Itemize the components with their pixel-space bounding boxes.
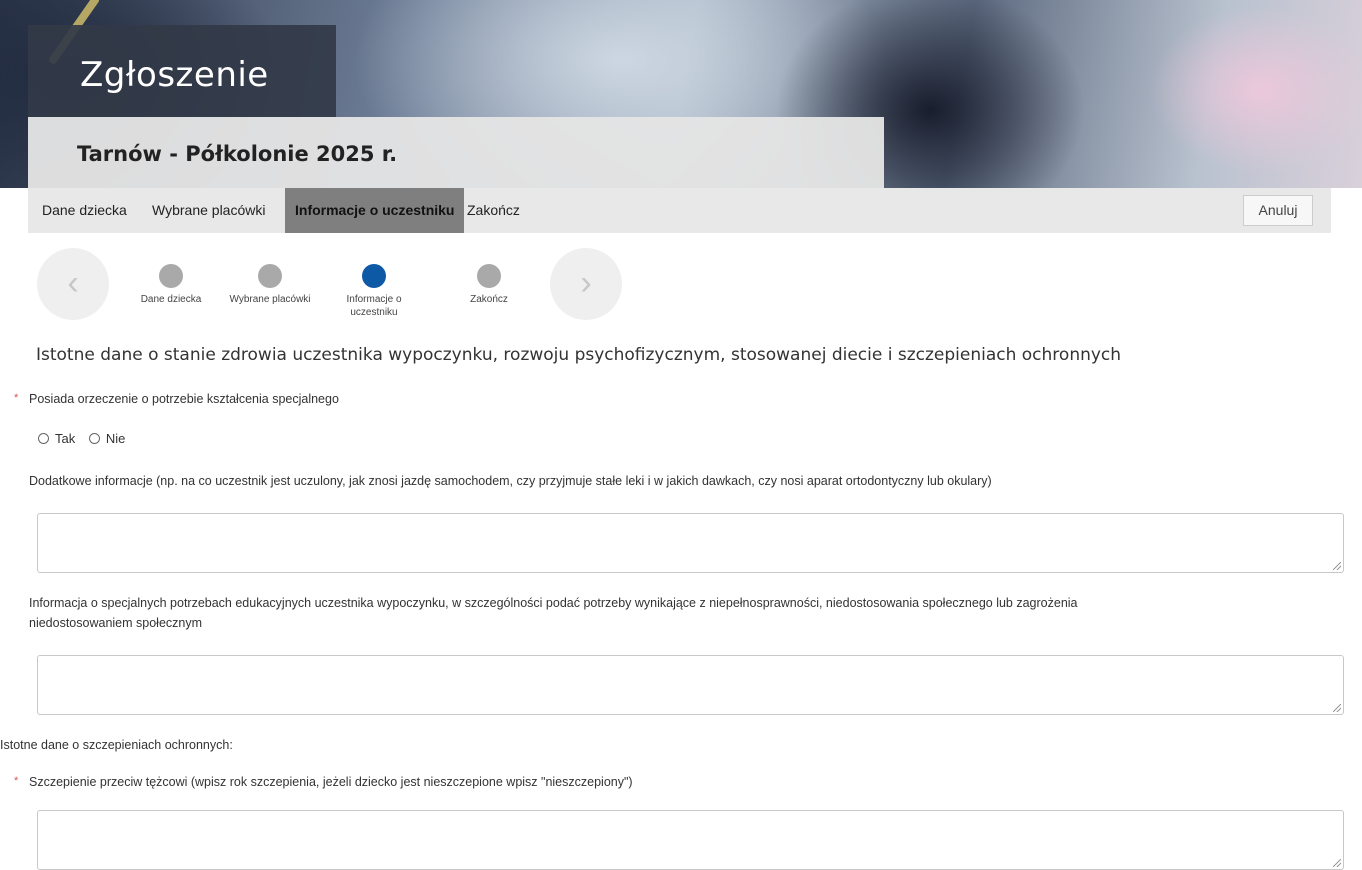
radio-tak[interactable]: Tak <box>38 431 75 446</box>
radio-circle[interactable] <box>38 433 49 444</box>
page-subtitle: Tarnów - Półkolonie 2025 r. <box>77 142 398 166</box>
step-label: Informacje o <box>346 294 402 305</box>
radio-label-tak: Tak <box>55 431 76 446</box>
special-education-radio-group: Tak Nie <box>38 431 135 446</box>
tab-dane-dziecka[interactable]: Dane dziecka <box>32 188 137 233</box>
resize-grip-icon[interactable] <box>1333 562 1341 570</box>
special-education-label: Posiada orzeczenie o potrzebie kształcen… <box>29 392 339 406</box>
step-label: Zakończ <box>470 294 508 305</box>
page-subtitle-box: Tarnów - Półkolonie 2025 r. <box>28 117 884 188</box>
tab-informacje-o-uczestniku[interactable]: Informacje o uczestniku <box>285 188 465 233</box>
education-needs-textarea[interactable] <box>37 655 1344 715</box>
radio-nie[interactable]: Nie <box>88 431 126 446</box>
chevron-left-icon[interactable]: ‹ <box>37 248 109 320</box>
page-title-box: Zgłoszenie <box>28 25 336 117</box>
step-informacje-o-uczestniku[interactable]: Informacje o uczestniku <box>329 264 419 319</box>
step-label: Dane dziecka <box>140 294 202 305</box>
tab-wybrane-placowki[interactable]: Wybrane placówki <box>142 188 275 233</box>
step-dot-active <box>362 264 386 288</box>
education-needs-label-line2: niedostosowaniem społecznym <box>29 616 203 630</box>
additional-info-label: Dodatkowe informacje (np. na co uczestni… <box>29 474 992 488</box>
vaccination-heading: Istotne dane o szczepieniach ochronnych: <box>0 738 233 752</box>
cancel-button[interactable]: Anuluj <box>1243 195 1313 226</box>
wizard-tabs: Dane dziecka Wybrane placówki Informacje… <box>28 188 1331 233</box>
chevron-right-icon[interactable]: › <box>550 248 622 320</box>
required-marker: * <box>14 775 19 787</box>
step-dot <box>159 264 183 288</box>
step-label: uczestniku <box>350 307 398 318</box>
step-dane-dziecka[interactable]: Dane dziecka <box>126 264 216 306</box>
tab-zakoncz[interactable]: Zakończ <box>457 188 530 233</box>
required-marker: * <box>14 392 19 404</box>
section-title: Istotne dane o stanie zdrowia uczestnika… <box>36 345 1122 365</box>
step-label: Wybrane placówki <box>229 294 311 305</box>
radio-circle[interactable] <box>88 433 100 444</box>
tetanus-label: Szczepienie przeciw tężcowi (wpisz rok s… <box>29 775 633 789</box>
header-banner: Zgłoszenie Tarnów - Półkolonie 2025 r. <box>0 0 1362 188</box>
resize-grip-icon[interactable] <box>1333 704 1341 712</box>
step-wybrane-placowki[interactable]: Wybrane placówki <box>225 264 315 306</box>
step-dot <box>477 264 501 288</box>
step-dot <box>258 264 282 288</box>
radio-label-nie: Nie <box>105 431 126 446</box>
additional-info-textarea[interactable] <box>37 513 1344 573</box>
education-needs-label-line1: Informacja o specjalnych potrzebach eduk… <box>29 596 1078 610</box>
tetanus-textarea[interactable] <box>37 810 1344 870</box>
page-title: Zgłoszenie <box>80 55 269 95</box>
step-zakoncz[interactable]: Zakończ <box>444 264 534 306</box>
